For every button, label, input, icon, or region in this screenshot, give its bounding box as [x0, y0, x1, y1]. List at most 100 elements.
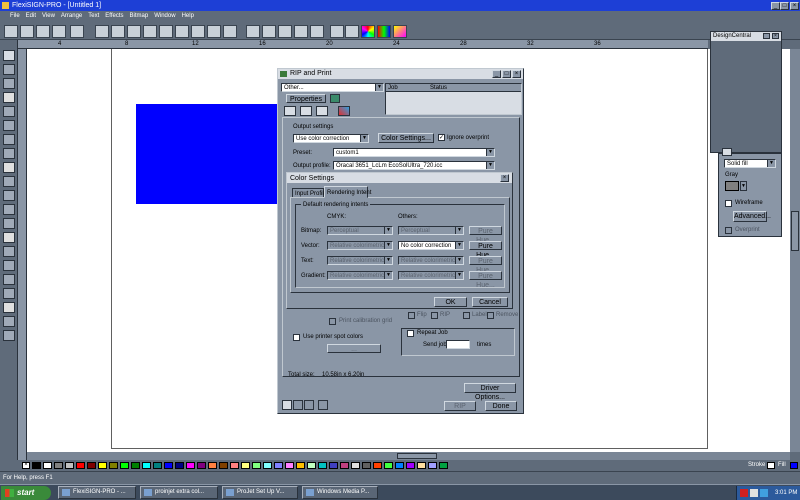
repeat-job-checkbox[interactable]	[407, 330, 414, 337]
zoom-fit-icon[interactable]	[246, 25, 260, 38]
bezier-tool-icon[interactable]	[3, 134, 15, 145]
layers-icon[interactable]	[345, 25, 359, 38]
menu-item-file[interactable]: File	[10, 12, 20, 20]
color-swatch[interactable]	[428, 462, 437, 469]
color-swatch[interactable]	[219, 462, 228, 469]
print-icon[interactable]	[52, 25, 66, 38]
color-swatch[interactable]	[417, 462, 426, 469]
rip-print-icon[interactable]	[70, 25, 84, 38]
color-settings-close-button[interactable]: ×	[500, 174, 509, 182]
paint-tool-icon[interactable]	[3, 302, 15, 313]
no-color-swatch[interactable]: ×	[22, 462, 30, 469]
panel-close-icon[interactable]: ×	[772, 33, 779, 39]
advanced-button[interactable]: Advanced...	[733, 211, 771, 222]
status-column-header[interactable]: Status	[430, 85, 447, 92]
color-swatch[interactable]	[32, 462, 41, 469]
ungroup-icon[interactable]	[330, 25, 344, 38]
calibration-grid-checkbox[interactable]	[329, 318, 336, 325]
pen-tool-icon[interactable]	[3, 120, 15, 131]
color-swatch[interactable]	[252, 462, 261, 469]
job-list[interactable]: Job Status	[385, 83, 522, 115]
zoom-out-icon[interactable]	[223, 25, 237, 38]
tray-icon-3[interactable]	[760, 489, 768, 497]
color-swatch[interactable]	[230, 462, 239, 469]
cancel-button[interactable]: Cancel	[472, 297, 508, 307]
color-swatch[interactable]	[87, 462, 96, 469]
output-profile-select[interactable]: Oracal 3651_LcLm EcoSolUltra_720.icc ▼	[333, 161, 495, 170]
rip-dialog-titlebar[interactable]: RIP and Print _ □ ×	[278, 69, 523, 79]
color-swatch[interactable]	[263, 462, 272, 469]
tab-spot-icon[interactable]	[338, 106, 350, 116]
color-swatch[interactable]	[351, 462, 360, 469]
color-swatch[interactable]	[153, 462, 162, 469]
pure-hue-button[interactable]: Pure Hue...	[469, 241, 502, 259]
color-swatch[interactable]	[340, 462, 349, 469]
flip-checkbox[interactable]	[408, 312, 415, 319]
taskbar-item[interactable]: Windows Media P...	[302, 486, 378, 499]
import-icon[interactable]	[175, 25, 189, 38]
color-swatch[interactable]	[54, 462, 63, 469]
tray-icon-2[interactable]	[750, 489, 758, 497]
designcentral-titlebar[interactable]: DesignCentral ×	[711, 32, 781, 41]
overprint-checkbox[interactable]	[725, 227, 732, 234]
scroll-thumb[interactable]	[791, 211, 799, 251]
color-settings-titlebar[interactable]: Color Settings ×	[287, 173, 512, 183]
intent-others-select[interactable]: Relative colorimetric ▼	[398, 256, 464, 265]
preview-tool-icon[interactable]	[318, 400, 328, 410]
export-icon[interactable]	[191, 25, 205, 38]
close-button[interactable]: ×	[790, 2, 799, 10]
fill-tab-icon[interactable]	[722, 148, 732, 156]
menu-item-window[interactable]: Window	[154, 12, 175, 20]
horizontal-scrollbar[interactable]	[27, 452, 790, 460]
cut-icon[interactable]	[95, 25, 109, 38]
intent-others-select[interactable]: Perceptual ▼	[398, 226, 464, 235]
preset-select[interactable]: custom1 ▼	[333, 148, 495, 157]
menu-item-effects[interactable]: Effects	[105, 12, 123, 20]
start-button[interactable]: start	[1, 486, 51, 500]
color-swatch[interactable]	[197, 462, 206, 469]
zoom-tool-icon[interactable]	[293, 400, 303, 410]
tab-rendering-intent[interactable]: Rendering Intent	[324, 186, 371, 198]
driver-options-button[interactable]: Driver Options...	[464, 383, 516, 401]
copy-icon[interactable]	[111, 25, 125, 38]
hand-tool-icon[interactable]	[3, 204, 15, 215]
rip-close-button[interactable]: ×	[512, 70, 521, 78]
zoom-out-tool-icon[interactable]	[3, 232, 15, 243]
menu-item-help[interactable]: Help	[182, 12, 194, 20]
taskbar-item[interactable]: proinjet extra col...	[140, 486, 218, 499]
pan-tool-icon[interactable]	[3, 316, 15, 327]
rectangle-tool-icon[interactable]	[3, 92, 15, 103]
save-icon[interactable]	[36, 25, 50, 38]
intent-cmyk-select[interactable]: Relative colorimetric ▼	[327, 271, 393, 280]
rip-maximize-button[interactable]: □	[502, 70, 511, 78]
maximize-button[interactable]: □	[780, 2, 789, 10]
color-swatch[interactable]	[76, 462, 85, 469]
spot-colors-button[interactable]: ...	[327, 344, 381, 353]
text-tool-icon[interactable]	[3, 78, 15, 89]
tab-general-icon[interactable]	[284, 106, 296, 116]
intent-cmyk-select[interactable]: Perceptual ▼	[327, 226, 393, 235]
taskbar-item[interactable]: FlexiSIGN-PRO - ...	[58, 486, 136, 499]
fill-swatch[interactable]	[790, 462, 798, 469]
open-icon[interactable]	[20, 25, 34, 38]
rotate-tool-icon[interactable]	[3, 246, 15, 257]
zoom-in-icon[interactable]	[207, 25, 221, 38]
menu-item-bitmap[interactable]: Bitmap	[130, 12, 149, 20]
color-settings-button[interactable]: Color Settings...	[378, 133, 434, 143]
distort-tool-icon[interactable]	[3, 274, 15, 285]
panel-menu-icon[interactable]	[763, 33, 770, 39]
hscroll-thumb[interactable]	[397, 453, 437, 459]
menu-item-arrange[interactable]: Arrange	[61, 12, 82, 20]
color-swatch[interactable]	[296, 462, 305, 469]
color-swatch[interactable]	[208, 462, 217, 469]
properties-button[interactable]: Properties	[286, 94, 326, 103]
color-swatch[interactable]	[142, 462, 151, 469]
page-tool-icon[interactable]	[3, 330, 15, 341]
color-swatch[interactable]	[274, 462, 283, 469]
tab-layout-icon[interactable]	[300, 106, 312, 116]
stroke-swatch[interactable]	[767, 462, 775, 469]
use-printer-spot-checkbox[interactable]	[293, 334, 300, 341]
pure-hue-button[interactable]: Pure Hue...	[469, 256, 502, 274]
intent-others-select[interactable]: No color correction ▼	[398, 241, 464, 250]
color-swatch[interactable]	[384, 462, 393, 469]
